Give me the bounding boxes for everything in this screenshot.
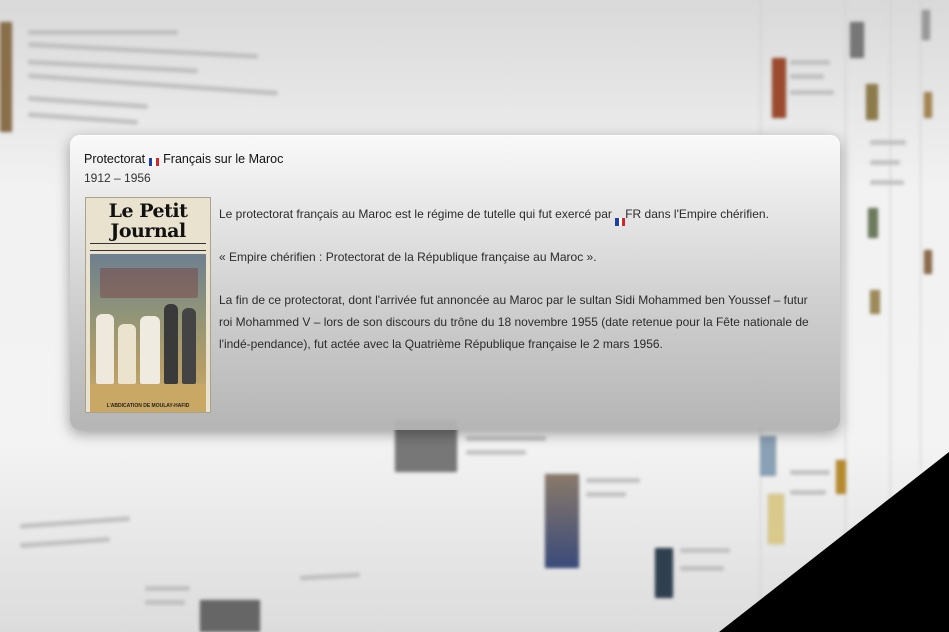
popup-title-suffix: Français sur le Maroc xyxy=(163,152,284,166)
popup-title: Protectorat Français sur le Maroc xyxy=(84,152,283,166)
newspaper-illustration xyxy=(90,254,206,412)
popup-paragraph-3: La fin de ce protectorat, dont l'arrivée… xyxy=(219,293,809,351)
popup-description: Le protectorat français au Maroc est le … xyxy=(219,203,819,376)
newspaper-caption: L'ABDICATION DE MOULAY-HAFID xyxy=(106,403,190,409)
timeline-viewport[interactable]: Protectorat Français sur le Maroc 1912 –… xyxy=(0,0,949,632)
event-detail-popup[interactable]: Protectorat Français sur le Maroc 1912 –… xyxy=(70,135,840,430)
popup-years: 1912 – 1956 xyxy=(84,171,151,185)
newspaper-rule xyxy=(90,243,206,251)
france-flag-icon xyxy=(149,155,160,166)
popup-image-le-petit-journal: Le Petit Journal L'ABDICATION DE MOULAY-… xyxy=(85,197,211,413)
paragraph-1-text-end: FR dans l'Empire chérifien. xyxy=(625,207,769,221)
popup-paragraph-1: Le protectorat français au Maroc est le … xyxy=(219,203,819,226)
popup-title-prefix: Protectorat xyxy=(84,152,146,166)
popup-paragraph-2: « Empire chérifien : Protectorat de la R… xyxy=(219,250,597,264)
viewport-edge-shadow xyxy=(719,452,949,632)
newspaper-masthead: Le Petit Journal xyxy=(108,200,188,242)
paragraph-1-text-start: Le protectorat français au Maroc est le … xyxy=(219,207,612,221)
france-flag-inline-icon xyxy=(615,211,626,226)
